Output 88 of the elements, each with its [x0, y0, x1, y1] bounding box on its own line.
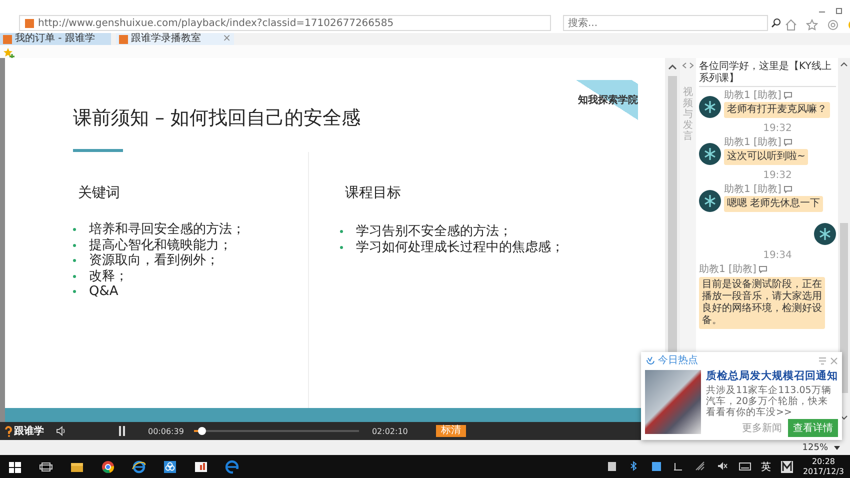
- bullet-text: 资源取向，看到例外；: [89, 253, 219, 268]
- brand-name: 跟谁学: [14, 424, 44, 438]
- restore-icon[interactable]: [835, 7, 843, 15]
- bullet-text: 改释；: [89, 268, 128, 284]
- title-underline: [73, 149, 123, 152]
- bullet-text: Q&A: [89, 284, 118, 300]
- keyboard-icon[interactable]: [738, 461, 751, 472]
- bullet-icon: [340, 230, 343, 234]
- pause-icon[interactable]: [118, 426, 126, 436]
- volume-icon[interactable]: [56, 426, 66, 436]
- browser-tab[interactable]: 我的订单 - 跟谁学: [0, 33, 111, 45]
- chat-bubble-icon: [759, 266, 768, 273]
- sender-name: 助教1 [助教]: [724, 90, 782, 101]
- search-icon[interactable]: [771, 18, 781, 28]
- chat-bubble-icon: [784, 92, 792, 99]
- presentation-icon[interactable]: [194, 460, 208, 474]
- elapsed-time: 00:06:39: [148, 426, 184, 436]
- zoom-level[interactable]: 125%: [802, 442, 828, 452]
- news-summary: 共涉及11家车企113.05万辆汽车，20多万个轮胎，快来看看有你的车没>>: [706, 385, 832, 418]
- previous-icon[interactable]: [682, 62, 687, 69]
- windows-icon[interactable]: [8, 460, 22, 474]
- chat-notice: 各位同学好，这里是【KY线上系列课】: [699, 61, 836, 87]
- progress-thumb[interactable]: [198, 427, 206, 435]
- avatar-icon: [699, 190, 721, 212]
- message-time: 19:32: [763, 170, 792, 181]
- slide-logo: 知我探索学院: [576, 80, 638, 120]
- cloud-app-icon[interactable]: [163, 460, 177, 474]
- question-mark-icon: [5, 426, 12, 436]
- bullet-icon: [73, 228, 76, 232]
- chrome-icon[interactable]: [101, 460, 115, 474]
- site-icon: [25, 18, 34, 28]
- scroll-down-icon[interactable]: [840, 415, 848, 420]
- home-icon[interactable]: [785, 19, 797, 31]
- photo-placeholder: [645, 370, 701, 434]
- column-heading: 关键词: [78, 184, 121, 202]
- bullet-icon: [73, 290, 76, 294]
- task-view-icon[interactable]: [39, 460, 53, 474]
- bullet-icon: [340, 246, 343, 249]
- message-time: 19:32: [763, 123, 792, 134]
- scroll-up-icon[interactable]: [668, 64, 677, 70]
- chat-bubble-icon: [784, 186, 792, 193]
- message-bubble: 老师有打开麦克风嘛？: [724, 102, 830, 118]
- sender-name: 助教1 [助教]: [699, 264, 756, 275]
- sender-name: 助教1 [助教]: [724, 184, 782, 195]
- scrollbar-thumb[interactable]: [840, 223, 848, 393]
- ie-icon[interactable]: [132, 460, 146, 474]
- slide-title: 课前须知 – 如何找回自己的安全感: [73, 106, 361, 131]
- scroll-up-icon[interactable]: [840, 62, 848, 67]
- mute-icon[interactable]: [716, 461, 729, 472]
- column-heading: 课程目标: [345, 184, 402, 202]
- tab-label: 跟谁学录播教室: [131, 33, 201, 45]
- bullet-text: 提高心智化和镜映能力；: [89, 238, 232, 253]
- bullet-icon: [73, 259, 76, 262]
- site-icon: [119, 34, 128, 44]
- next-icon[interactable]: [689, 62, 694, 69]
- search-field[interactable]: 搜索...: [563, 15, 768, 31]
- input-method-icon[interactable]: [780, 460, 793, 472]
- edge-icon[interactable]: [225, 460, 239, 474]
- message-bubble: 这次可以听到啦~: [724, 149, 808, 165]
- news-title[interactable]: 质检总局发大规模召回通知: [706, 370, 838, 383]
- dropdown-icon[interactable]: [834, 444, 840, 450]
- popup-header: 今日热点: [658, 355, 698, 367]
- browser-tab[interactable]: 跟谁学录播教室 ×: [116, 33, 234, 45]
- tab-label: 我的订单 - 跟谁学: [15, 33, 95, 45]
- input-language[interactable]: 英: [760, 460, 771, 474]
- avatar-icon: [814, 223, 836, 245]
- sender-name: 助教1 [助教]: [724, 137, 782, 148]
- avatar-icon: [699, 143, 721, 165]
- bullet-text: 学习告别不安全感的方法；: [356, 224, 512, 240]
- total-time: 02:02:10: [372, 426, 408, 436]
- message-bubble: 目前是设备测试阶段，正在播放一段音乐，请大家选用良好的网络环境，检测好设备。: [699, 277, 825, 329]
- taskbar-clock[interactable]: 20:28 2017/12/3: [802, 456, 844, 476]
- site-icon: [3, 34, 12, 44]
- bullet-icon: [73, 244, 76, 247]
- clock-time: 20:28: [812, 456, 836, 466]
- address-bar[interactable]: http://www.genshuixue.com/playback/index?classid=17102677266585: [19, 15, 551, 31]
- bullet-text: 学习如何处理成长过程中的焦虑感；: [356, 240, 564, 255]
- avatar-icon: [699, 96, 721, 118]
- url-text: http://www.genshuixue.com/playback/index?classid=17102677266585: [38, 18, 394, 28]
- settings-icon[interactable]: [827, 19, 839, 31]
- bullet-text: 培养和寻回安全感的方法；: [89, 222, 245, 238]
- star-icon[interactable]: [806, 19, 818, 31]
- bullet-icon: [73, 274, 76, 278]
- favorites-add-icon[interactable]: [3, 46, 15, 58]
- clock-date: 2017/12/3: [802, 466, 844, 476]
- message-time: 19:34: [763, 250, 792, 261]
- chat-bubble-icon: [784, 139, 792, 146]
- message-bubble: 嗯嗯 老师先休息一下: [724, 196, 824, 212]
